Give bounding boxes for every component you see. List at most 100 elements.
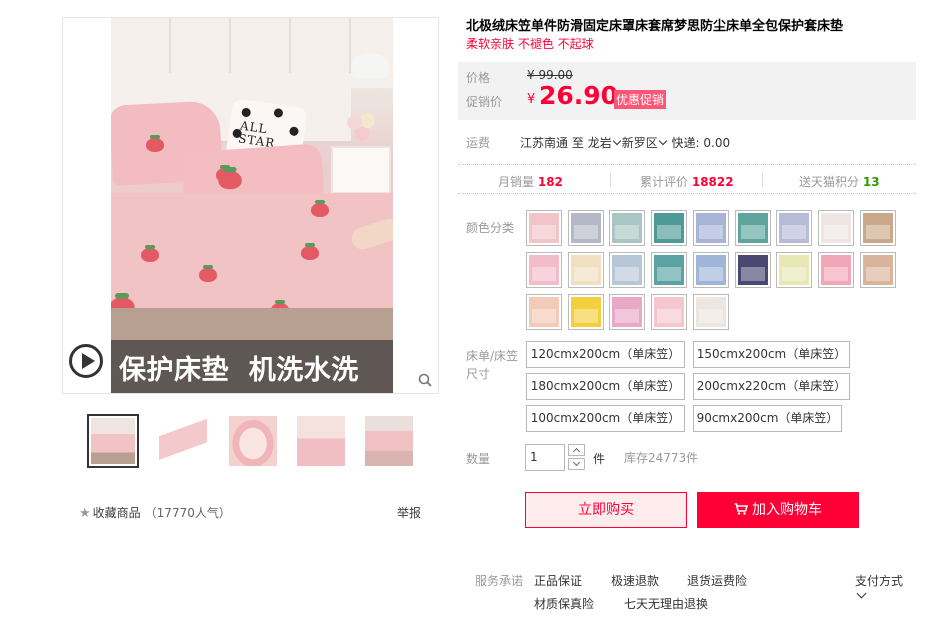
color-swatch[interactable] <box>776 252 813 288</box>
quantity-unit: 件 <box>593 452 606 466</box>
divider <box>762 172 763 187</box>
quantity-input[interactable]: 1 <box>525 444 565 471</box>
color-swatch[interactable] <box>609 294 646 330</box>
service-item[interactable]: 正品保证 <box>534 572 582 589</box>
thumbnail[interactable] <box>363 414 415 468</box>
star-icon: ★ <box>79 506 91 521</box>
report-link[interactable]: 举报 <box>397 504 421 521</box>
color-swatch[interactable] <box>734 210 771 246</box>
image-caption: 保护床垫 机洗水洗 <box>119 355 359 386</box>
tmall-points: 送天猫积分 13 <box>799 175 880 189</box>
color-swatch[interactable] <box>526 210 562 246</box>
main-image-frame[interactable]: ALL STAR 保护床垫 机洗水洗 <box>62 17 439 394</box>
size-option[interactable]: 150cmx200cm（单床笠） <box>693 341 850 368</box>
strawberry-print <box>146 135 164 152</box>
quantity-decrease-icon[interactable] <box>568 458 585 470</box>
color-swatch[interactable] <box>692 252 729 288</box>
color-swatch[interactable] <box>859 252 896 288</box>
review-count[interactable]: 累计评价 18822 <box>640 173 734 190</box>
color-swatch[interactable] <box>567 210 604 246</box>
favorite-count: （17770人气） <box>144 506 231 520</box>
color-swatch[interactable] <box>609 252 646 288</box>
monthly-sales: 月销量 182 <box>498 175 563 189</box>
promo-price-label: 促销价 <box>466 95 503 109</box>
color-swatch[interactable] <box>817 210 854 246</box>
add-to-cart-button[interactable]: 加入购物车 <box>697 492 859 528</box>
size-option[interactable]: 200cmx220cm（单床笠） <box>693 373 850 400</box>
color-swatch[interactable] <box>526 252 562 288</box>
color-swatch[interactable] <box>526 294 562 330</box>
add-to-cart-label: 加入购物车 <box>752 502 822 518</box>
ship-district-select[interactable]: 新罗区 <box>622 136 668 150</box>
express-fee: 快递: 0.00 <box>671 136 731 150</box>
color-label: 颜色分类 <box>466 221 515 235</box>
promo-badge[interactable]: 优惠促销 <box>614 90 667 109</box>
product-subtitle: 柔软亲肤 不褪色 不起球 <box>466 37 594 51</box>
color-swatch[interactable] <box>776 210 813 246</box>
flowers <box>344 108 380 144</box>
color-swatch[interactable] <box>817 252 854 288</box>
size-option[interactable]: 180cmx200cm（单床笠） <box>526 373 685 400</box>
buy-now-button[interactable]: 立即购买 <box>525 492 687 528</box>
chevron-down-icon <box>658 136 667 146</box>
color-swatch[interactable] <box>567 294 604 330</box>
service-item[interactable]: 材质保真险 <box>534 595 594 612</box>
polka-dot <box>288 126 300 137</box>
currency-symbol: ¥ <box>527 92 536 107</box>
color-swatch[interactable] <box>734 252 771 288</box>
thumbnail[interactable] <box>295 414 347 468</box>
service-item[interactable]: 退货运费险 <box>687 572 747 589</box>
zoom-icon[interactable] <box>418 373 432 387</box>
side-table <box>331 146 391 194</box>
size-label-2: 尺寸 <box>466 367 491 381</box>
polka-dot <box>241 107 252 118</box>
size-option[interactable]: 120cmx200cm（单床笠） <box>526 341 685 368</box>
favorite-label: 收藏商品 <box>92 506 141 520</box>
divider <box>610 172 611 187</box>
strawberry-print <box>311 200 329 217</box>
strawberry-print <box>141 245 159 262</box>
ship-from: 江苏南通 <box>520 136 569 150</box>
ship-city-select[interactable]: 龙岩 <box>588 136 622 150</box>
color-swatch[interactable] <box>651 294 688 330</box>
service-label: 服务承诺 <box>475 574 524 588</box>
price-panel: 价格 ¥ 99.00 促销价 ¥ 26.90 优惠促销 <box>458 62 916 120</box>
size-option[interactable]: 100cmx200cm（单床笠） <box>526 405 685 432</box>
color-swatch[interactable] <box>859 210 896 246</box>
color-swatch[interactable] <box>651 252 688 288</box>
strawberry-print <box>218 166 242 190</box>
service-item[interactable]: 极速退款 <box>611 572 659 589</box>
thumbnail[interactable] <box>157 414 209 468</box>
cart-icon <box>734 502 748 515</box>
payment-methods[interactable]: 支付方式 <box>855 572 903 589</box>
color-swatch[interactable] <box>567 252 604 288</box>
polka-dot <box>273 107 284 119</box>
sales-stats: 月销量 182 累计评价 18822 送天猫积分 13 <box>458 164 916 194</box>
shipping-label: 运费 <box>466 136 491 150</box>
ship-to-word: 至 <box>571 136 584 150</box>
color-swatch[interactable] <box>651 210 688 246</box>
color-swatch[interactable] <box>692 210 729 246</box>
thumbnail[interactable] <box>87 414 139 468</box>
favorite-button[interactable]: ★ 收藏商品 （17770人气） <box>79 504 231 521</box>
main-product-image[interactable]: ALL STAR 保护床垫 机洗水洗 <box>111 18 393 393</box>
color-swatch[interactable] <box>609 210 646 246</box>
size-label: 床单/床笠 <box>466 349 519 363</box>
thumbnail-strip <box>87 414 417 470</box>
chevron-down-icon[interactable] <box>856 588 867 599</box>
thumbnail[interactable] <box>227 414 279 468</box>
strawberry-print <box>199 265 217 282</box>
stock-count: 库存24773件 <box>624 451 699 465</box>
service-item[interactable]: 七天无理由退换 <box>624 595 708 612</box>
lamp <box>351 53 389 78</box>
product-title: 北极绒床笠单件防滑固定床罩床套席梦思防尘床单全包保护套床垫 <box>466 19 844 34</box>
quantity-label: 数量 <box>466 452 491 466</box>
promo-price: 26.90 <box>539 81 619 110</box>
size-option[interactable]: 90cmx200cm（单床笠） <box>693 405 842 432</box>
color-swatch[interactable] <box>692 294 729 330</box>
original-price: ¥ 99.00 <box>527 68 573 82</box>
strawberry-print <box>301 243 319 260</box>
video-play-icon[interactable] <box>69 344 103 378</box>
shipping-info: 江苏南通 至 龙岩 新罗区 快递: 0.00 <box>520 134 730 151</box>
quantity-increase-icon[interactable] <box>568 444 585 456</box>
